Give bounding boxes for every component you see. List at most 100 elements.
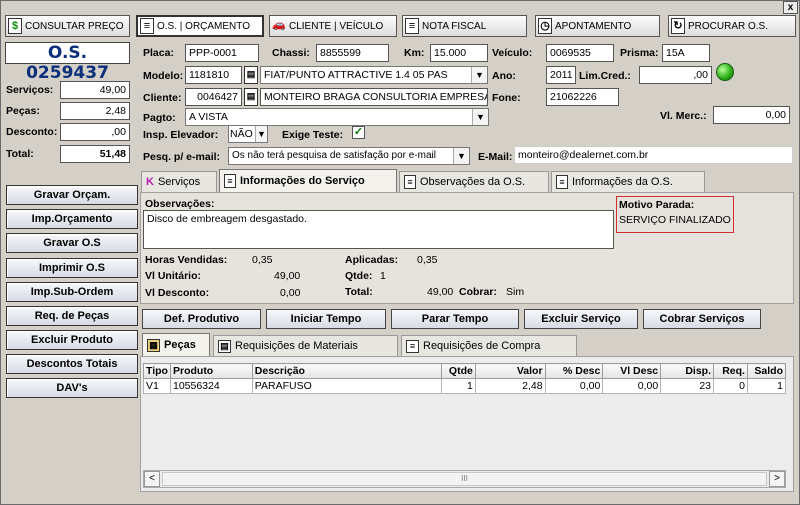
observacoes-label: Observações: [145,198,215,210]
tab-obs-os[interactable]: ≡ Observações da O.S. [399,171,549,192]
qtde-label: Qtde: [345,270,373,282]
col-descricao[interactable]: Descrição [251,363,442,379]
scroll-right-button[interactable]: > [769,471,785,487]
tab-apontamento[interactable]: ◷ APONTAMENTO [535,15,660,37]
def-produtivo-label: Def. Produtivo [163,313,240,325]
excluir-servico-label: Excluir Serviço [541,313,621,325]
os-number: O.S. 0259437 [5,42,130,83]
tab-req-compra[interactable]: ≡ Requisições de Compra [401,335,577,356]
col-vl-desc[interactable]: Vl Desc [602,363,662,379]
exige-teste-checkbox[interactable]: ✓ [352,126,365,139]
ano-field[interactable]: 2011 [546,66,576,84]
col-tipo[interactable]: Tipo [143,363,171,379]
modelo-code-field[interactable]: 1181810 [185,66,242,84]
veiculo-field[interactable]: 0069535 [546,44,614,62]
col-produto[interactable]: Produto [169,363,253,379]
cliente-name-field: MONTEIRO BRAGA CONSULTORIA EMPRESARIAL [260,88,488,106]
km-field[interactable]: 15.000 [430,44,488,62]
tab-os-orcamento[interactable]: ≡ O.S. | ORÇAMENTO [136,15,264,37]
tab-info-os-label: Informações da O.S. [572,176,673,188]
tab-pecas[interactable]: ▦ Peças [142,333,210,356]
col-valor[interactable]: Valor [474,363,546,379]
col-qtde[interactable]: Qtde [440,363,476,379]
insp-elevador-value: NÃO [230,128,253,140]
tab-servicos-label: Serviços [157,176,201,188]
clipboard-icon: ▤ [218,339,231,353]
scroll-thumb[interactable]: III [162,472,767,486]
email-label: E-Mail: [478,151,513,163]
aplicadas-label: Aplicadas: [345,254,399,266]
cell-valor[interactable]: 2,48 [474,378,546,394]
pagto-select[interactable]: A VISTA ▼ [185,108,489,126]
chassi-field[interactable]: 8855599 [316,44,389,62]
req-pecas-button[interactable]: Req. de Peças [6,306,138,326]
tab-info-servico[interactable]: ≡ Informações do Serviço [219,169,397,192]
col-pct-desc[interactable]: % Desc [544,363,604,379]
total-field: 51,48 [60,145,130,163]
excluir-servico-button[interactable]: Excluir Serviço [524,309,638,329]
observacoes-field[interactable]: Disco de embreagem desgastado. [143,210,614,249]
cobrar-value: Sim [506,286,525,298]
cobrar-servicos-label: Cobrar Serviços [659,313,745,325]
procurar-os-button[interactable]: ↻ PROCURAR O.S. [668,15,796,37]
consultar-preco-button[interactable]: $ CONSULTAR PREÇO [5,15,130,37]
pecas-total-field: 2,48 [60,102,130,120]
excluir-produto-button[interactable]: Excluir Produto [6,330,138,350]
limcred-field: ,00 [639,66,712,84]
tab-req-materiais[interactable]: ▤ Requisições de Materiais [213,335,398,356]
cell-pct-desc[interactable]: 0,00 [544,378,604,394]
col-disp[interactable]: Disp. [660,363,714,379]
placa-field[interactable]: PPP-0001 [185,44,259,62]
scroll-left-button[interactable]: < [144,471,160,487]
gravar-os-button[interactable]: Gravar O.S [6,233,138,253]
motivo-parada-label: Motivo Parada: [619,199,695,211]
davs-button[interactable]: DAV's [6,378,138,398]
def-produtivo-button[interactable]: Def. Produtivo [142,309,261,329]
insp-elevador-select[interactable]: NÃO ▼ [228,125,268,143]
limcred-label: Lim.Cred.: [579,70,631,82]
cell-produto: 10556324 [169,378,253,394]
cliente-code-field[interactable]: 0046427 [185,88,242,106]
tab-pecas-label: Peças [164,339,196,351]
aplicadas-value: 0,35 [417,254,438,266]
tab-info-os[interactable]: ≡ Informações da O.S. [551,171,705,192]
close-button[interactable]: x [783,1,798,14]
nota-fiscal-label: NOTA FISCAL [422,20,487,32]
prisma-label: Prisma: [620,47,659,59]
tab-nota-fiscal[interactable]: ≡ NOTA FISCAL [402,15,527,37]
fone-label: Fone: [492,92,521,104]
cliente-lookup-icon[interactable]: ▤ [244,88,258,106]
table-row[interactable]: V1 10556324 PARAFUSO 1 2,48 0,00 0,00 23… [143,378,787,394]
descontos-totais-label: Descontos Totais [26,358,118,370]
tab-servicos[interactable]: K Serviços [141,171,217,192]
imp-sub-ordem-label: Imp.Sub-Ordem [30,286,114,298]
descontos-totais-button[interactable]: Descontos Totais [6,354,138,374]
col-req[interactable]: Req. [713,363,748,379]
total-servico-value: 49,00 [427,286,454,298]
vl-desconto-value: 0,00 [280,287,301,299]
imp-sub-ordem-button[interactable]: Imp.Sub-Ordem [6,282,138,302]
prisma-field[interactable]: 15A [662,44,710,62]
parar-tempo-button[interactable]: Parar Tempo [391,309,519,329]
imprimir-os-button[interactable]: Imprimir O.S [6,258,138,278]
document-icon: ≡ [224,174,236,188]
pesq-email-select[interactable]: Os não terá pesquisa de satisfação por e… [228,147,470,165]
cell-vl-desc[interactable]: 0,00 [602,378,662,394]
modelo-select[interactable]: FIAT/PUNTO ATTRACTIVE 1.4 05 PAS ▼ [260,66,488,84]
cobrar-servicos-button[interactable]: Cobrar Serviços [643,309,761,329]
tab-cliente-veiculo[interactable]: 🚗 CLIENTE | VEÍCULO [269,15,397,37]
cell-qtde[interactable]: 1 [440,378,476,394]
desconto-field[interactable]: ,00 [60,123,130,141]
pecas-total-label: Peças: [6,105,40,117]
status-light-icon [716,63,734,81]
iniciar-tempo-label: Iniciar Tempo [290,313,362,325]
gravar-orcamento-button[interactable]: Gravar Orçam. [6,185,138,205]
email-field[interactable]: monteiro@dealernet.com.br [514,146,793,164]
vl-unitario-label: Vl Unitário: [145,270,202,282]
modelo-lookup-icon[interactable]: ▤ [244,66,258,84]
imp-orcamento-button[interactable]: Imp.Orçamento [6,209,138,229]
fone-field[interactable]: 21062226 [546,88,619,106]
horizontal-scrollbar[interactable]: < III > [143,470,786,488]
col-saldo[interactable]: Saldo [746,363,787,379]
iniciar-tempo-button[interactable]: Iniciar Tempo [266,309,386,329]
